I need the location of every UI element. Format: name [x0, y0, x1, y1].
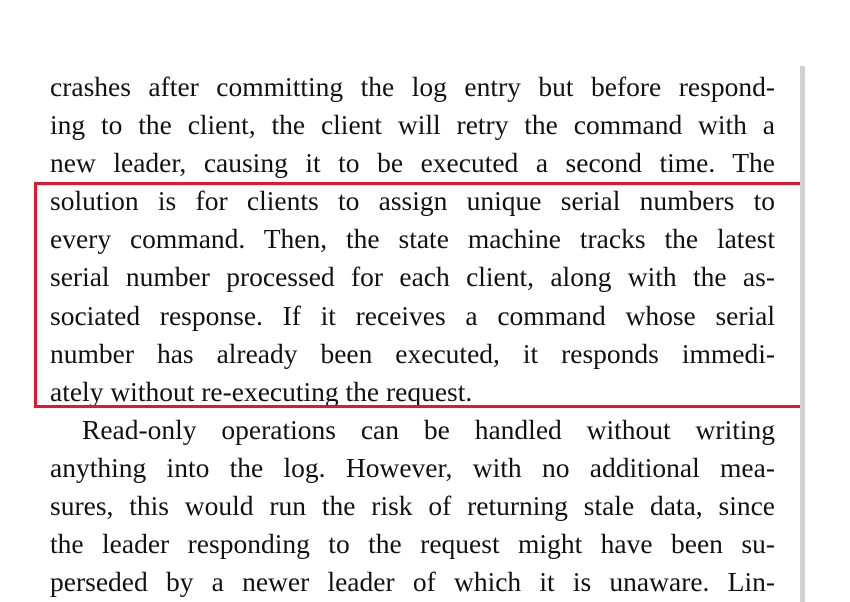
document-page: crashes after committing the log entry b…: [0, 0, 850, 602]
text-line: every command. Then, the state machine t…: [50, 223, 775, 255]
text-line: serial number processed for each client,…: [50, 261, 775, 293]
paragraph-2: Read-only operations can be handled with…: [50, 411, 775, 601]
text-line: solution is for clients to assign unique…: [50, 185, 775, 217]
text-line: number has already been executed, it res…: [50, 337, 775, 369]
text-line: sociated response. If it receives a comm…: [50, 299, 775, 331]
text-line: anything into the log. However, with no …: [50, 451, 775, 483]
text-line: Read-only operations can be handled with…: [82, 413, 775, 445]
scrollbar[interactable]: [800, 66, 805, 602]
text-line: new leader, causing it to be executed a …: [50, 147, 775, 179]
text-line: ing to the client, the client will retry…: [50, 109, 775, 141]
text-line: sures, this would run the risk of return…: [50, 490, 775, 522]
text-line: perseded by a newer leader of which it i…: [50, 566, 775, 598]
paragraph-1: crashes after committing the log entry b…: [50, 68, 775, 411]
document-body: crashes after committing the log entry b…: [50, 68, 775, 601]
text-line: the leader responding to the request mig…: [50, 528, 775, 560]
text-line: crashes after committing the log entry b…: [50, 71, 775, 102]
text-line: ately without re-executing the request.: [50, 375, 473, 407]
